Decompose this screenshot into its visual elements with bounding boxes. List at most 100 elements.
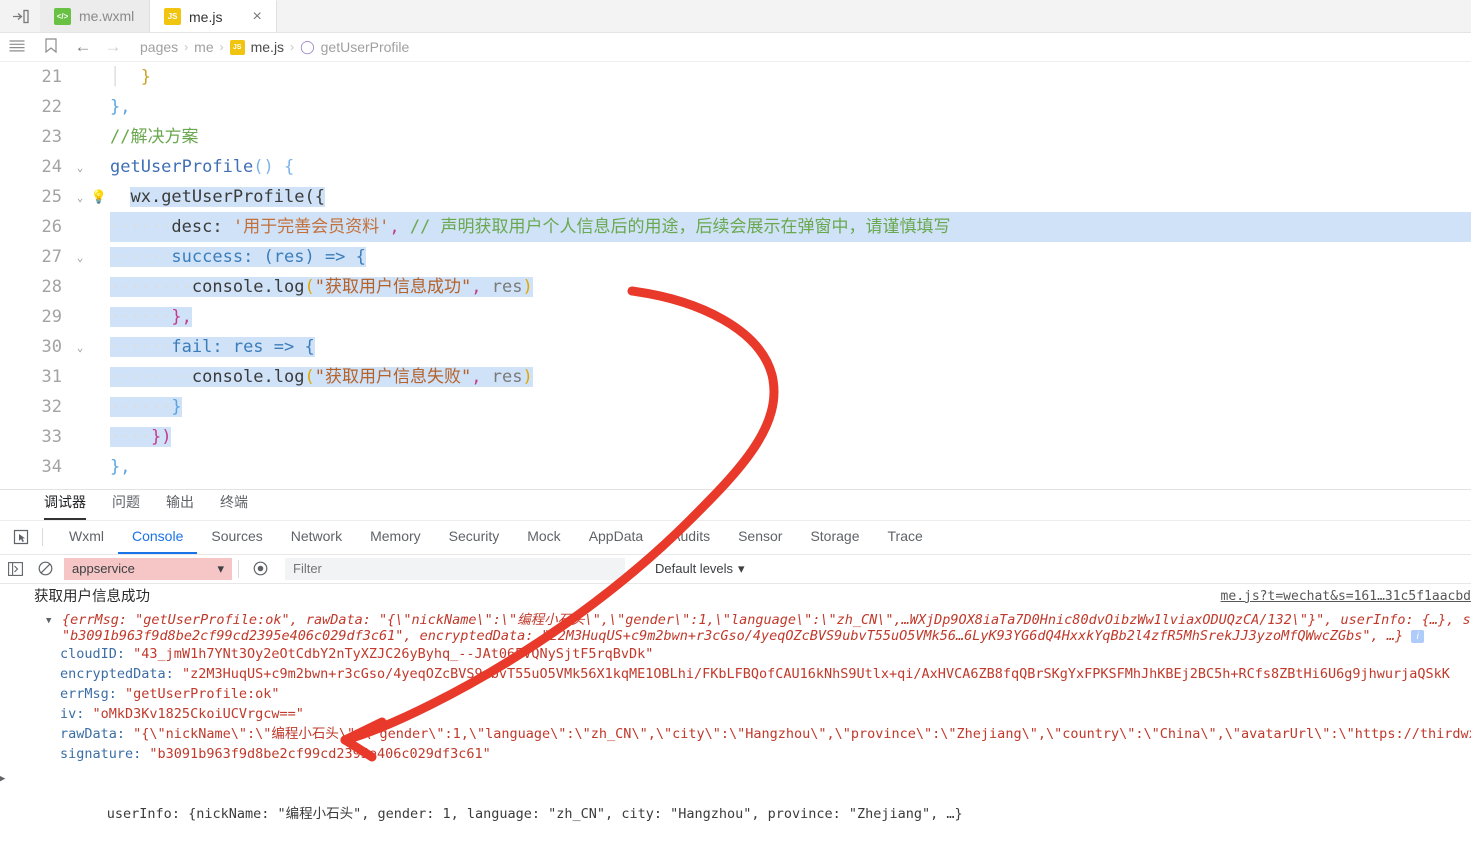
tab-sources[interactable]: Sources [197, 521, 276, 554]
line-number: 21 [41, 67, 62, 87]
tab-problems[interactable]: 问题 [112, 492, 140, 520]
line-number: 25 [41, 187, 62, 207]
breadcrumb: pages › me › JS me.js › ◯ getUserProfile [140, 39, 409, 55]
code-line-27: 27 ⌄ ······success: (res) => { [0, 242, 1471, 272]
line-number: 34 [41, 457, 62, 477]
property-key: rawData [60, 725, 117, 742]
show-console-sidebar-icon[interactable] [0, 555, 30, 583]
hamburger-menu-icon[interactable] [0, 39, 34, 56]
chevron-down-icon: ▾ [738, 560, 745, 576]
clear-glyph [38, 561, 52, 576]
tab-trace[interactable]: Trace [874, 521, 937, 554]
code-line-24: 24 ⌄ getUserProfile() { [0, 152, 1471, 182]
console-property-cloudid: cloudID: "43_jmW1h7YNt3Oy2eOtCdbY2nTyXZJ… [60, 645, 654, 662]
console-source-link[interactable]: me.js?t=wechat&s=161…31c5f1aacbd [1221, 589, 1471, 604]
property-key: encryptedData [60, 665, 166, 682]
fold-toggle[interactable]: ⌄ [72, 341, 88, 354]
code-line-29: 29 ······}, [0, 302, 1471, 332]
tab-network[interactable]: Network [277, 521, 356, 554]
js-file-icon: JS [229, 39, 245, 55]
editor-tab-bar: </> me.wxml JS me.js × [0, 0, 1471, 33]
expand-triangle-icon[interactable]: ▶ [0, 769, 5, 789]
hamburger-glyph [9, 39, 25, 51]
property-key: iv [60, 705, 77, 722]
line-number: 29 [41, 307, 62, 327]
code-editor[interactable]: 21 │ } 22 }, 23 //解决方案 24 ⌄ getUserProfi… [0, 62, 1471, 489]
sidebar-glyph [7, 561, 23, 576]
expand-triangle-icon[interactable]: ▼ [46, 616, 51, 626]
tab-output[interactable]: 输出 [166, 492, 194, 520]
tab-memory[interactable]: Memory [356, 521, 435, 554]
tab-wxml[interactable]: Wxml [55, 521, 118, 554]
tab-console[interactable]: Console [118, 521, 198, 554]
inspect-element-icon[interactable] [6, 524, 36, 550]
breadcrumb-segment-pages[interactable]: pages [140, 39, 178, 55]
quickfix-bulb-icon[interactable]: 💡 [88, 190, 110, 205]
code-text: wx.getUserProfile({ [130, 187, 325, 207]
fold-toggle[interactable]: ⌄ [72, 161, 88, 174]
line-number: 24 [41, 157, 62, 177]
toolbar-divider [238, 559, 239, 578]
breadcrumb-separator: › [184, 40, 189, 54]
live-expression-icon[interactable] [245, 555, 275, 583]
wxml-file-icon: </> [54, 7, 71, 25]
tab-security[interactable]: Security [435, 521, 514, 554]
tab-debugger[interactable]: 调试器 [44, 492, 86, 520]
navigate-forward-button[interactable]: → [98, 37, 128, 57]
console-property-proto[interactable]: ▶ __proto__: Object [0, 844, 1471, 848]
tab-close-icon[interactable]: × [252, 8, 261, 25]
property-value: : {nickName: "编程小石头", gender: 1, languag… [171, 805, 963, 822]
fold-toggle[interactable]: ⌄ [72, 191, 88, 204]
tab-audits[interactable]: Audits [657, 521, 724, 554]
code-text: }, [110, 97, 131, 117]
console-property-iv: iv: "oMkD3Kv1825CkoiUCVrgcw==" [60, 705, 304, 722]
console-property-rawdata: rawData: "{\"nickName\":\"编程小石头\",\"gend… [0, 724, 1471, 744]
toolbar-divider [42, 528, 43, 547]
code-line-25: 25 ⌄ 💡 wx.getUserProfile({ [0, 182, 1471, 212]
tab-me-wxml[interactable]: </> me.wxml [40, 0, 150, 32]
js-file-icon: JS [164, 8, 181, 25]
tab-terminal[interactable]: 终端 [220, 492, 248, 520]
symbol-cube-icon: ◯ [300, 39, 315, 54]
devtools-toplevel-tabs: 调试器 问题 输出 终端 [0, 490, 1471, 521]
code-line-34: 34 }, [0, 452, 1471, 482]
fold-toggle[interactable]: ⌄ [72, 251, 88, 264]
clear-console-icon[interactable] [30, 555, 60, 583]
tab-storage[interactable]: Storage [796, 521, 873, 554]
code-text: ····}) [110, 427, 172, 447]
breadcrumb-segment-symbol[interactable]: getUserProfile [321, 39, 410, 55]
console-context-select[interactable]: appservice ▾ [64, 557, 232, 580]
breadcrumb-separator: › [219, 40, 224, 54]
console-filter-input[interactable] [285, 557, 625, 580]
code-text: getUserProfile() { [110, 157, 295, 177]
code-text: ········console.log("获取用户信息失败", res) [110, 367, 533, 387]
tab-mock[interactable]: Mock [513, 521, 574, 554]
navigate-back-button[interactable]: ← [68, 37, 98, 57]
code-text: ······}, [110, 307, 192, 327]
tab-appdata[interactable]: AppData [575, 521, 657, 554]
bookmark-icon[interactable] [34, 37, 68, 57]
line-number: 27 [41, 247, 62, 267]
console-property-userinfo[interactable]: ▶ userInfo: {nickName: "编程小石头", gender: … [0, 764, 1471, 844]
breadcrumb-separator: › [290, 40, 295, 54]
line-number: 23 [41, 127, 62, 147]
tab-sensor[interactable]: Sensor [724, 521, 796, 554]
console-output[interactable]: me.js?t=wechat&s=161…31c5f1aacbd 获取用户信息成… [0, 584, 1471, 848]
console-levels-select[interactable]: Default levels ▾ [655, 561, 745, 577]
property-value: "{\"nickName\":\"编程小石头\",\"gender\":1,\"… [133, 725, 1471, 742]
breadcrumb-segment-file[interactable]: me.js [251, 39, 284, 55]
tab-me-js[interactable]: JS me.js × [150, 0, 277, 32]
code-line-33: 33 ····}) [0, 422, 1471, 452]
code-line-21: 21 │ } [0, 62, 1471, 92]
code-line-31: 31 ········console.log("获取用户信息失败", res) [0, 362, 1471, 392]
code-line-26: 26 ······desc: '用于完善会员资料', // 声明获取用户个人信息… [0, 212, 1471, 242]
breadcrumb-segment-me[interactable]: me [194, 39, 213, 55]
panel-toggle-icon[interactable] [0, 0, 40, 32]
info-badge-icon[interactable]: i [1411, 629, 1425, 643]
tab-label: me.js [189, 8, 223, 25]
console-levels-label: Default levels [655, 561, 734, 577]
code-line-23: 23 //解决方案 [0, 122, 1471, 152]
code-text: ······desc: '用于完善会员资料', // 声明获取用户个人信息后的用… [110, 212, 1471, 242]
line-number: 33 [41, 427, 62, 447]
console-property-signature: signature: "b3091b963f9d8be2cf99cd2395e4… [60, 745, 491, 762]
